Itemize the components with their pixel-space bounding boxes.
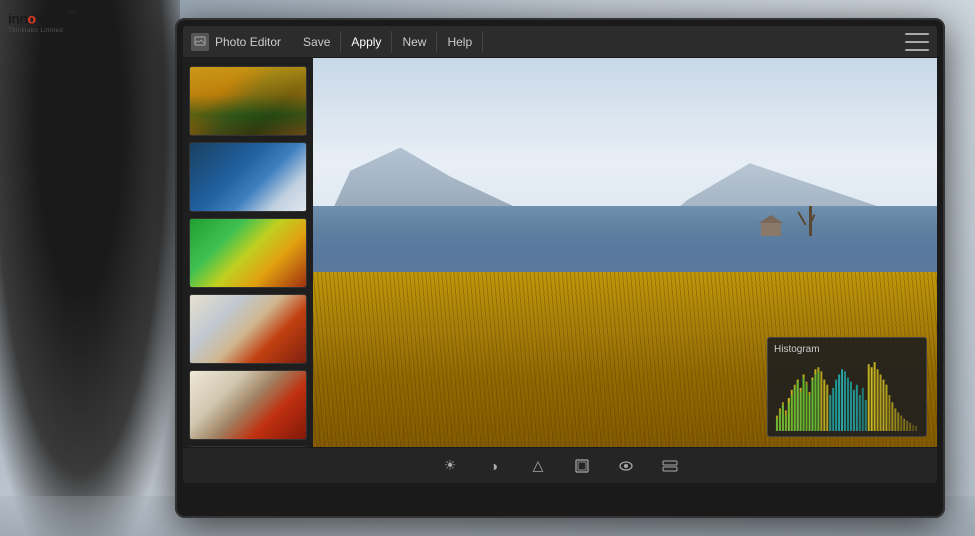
histogram-title: Histogram (774, 344, 920, 355)
menu-new[interactable]: New (392, 31, 437, 53)
app-title: Photo Editor (215, 35, 281, 49)
logo: innoVana™ Thinklabs Limited (8, 8, 77, 34)
histogram-panel: Histogram (767, 337, 927, 437)
main-image-canvas[interactable]: Histogram (313, 58, 937, 447)
thumbnail-item[interactable] (189, 66, 307, 136)
logo-subtitle: Thinklabs Limited (8, 28, 77, 34)
histogram-chart (774, 359, 920, 431)
logo-text-inn: inn (8, 11, 28, 27)
thumbnail-item[interactable] (189, 294, 307, 364)
thumbnail-item[interactable] (189, 218, 307, 288)
menu-apply[interactable]: Apply (341, 31, 392, 53)
logo-text-vana: Vana (36, 11, 67, 27)
menu-help[interactable]: Help (437, 31, 483, 53)
monitor-stand (520, 502, 600, 510)
bottom-toolbar: ☀ ◑ △ (183, 447, 937, 483)
transform-tool[interactable] (570, 454, 594, 478)
thumbnail-item[interactable] (189, 446, 307, 447)
bare-tree (809, 206, 812, 236)
thumbnail-item[interactable] (189, 370, 307, 440)
photo-editor-icon (191, 33, 209, 51)
contrast-tool[interactable]: ◑ (482, 454, 506, 478)
logo-trademark: ™ (66, 8, 77, 21)
hamburger-menu-button[interactable] (905, 33, 929, 51)
main-content: Histogram (183, 58, 937, 447)
person-silhouette (0, 0, 180, 536)
monitor: Photo Editor Save Apply New Help (175, 18, 945, 518)
preview-tool[interactable] (614, 454, 638, 478)
brightness-tool[interactable]: ☀ (438, 454, 462, 478)
menu-bar: Photo Editor Save Apply New Help (183, 26, 937, 58)
thumbnail-panel (183, 58, 313, 447)
logo-accent-o: o (28, 11, 36, 27)
layers-tool[interactable] (658, 454, 682, 478)
building-structure (761, 221, 781, 236)
thumbnail-item[interactable] (189, 142, 307, 212)
histogram-svg (774, 359, 920, 431)
monitor-screen: Photo Editor Save Apply New Help (183, 26, 937, 483)
crop-tool[interactable]: △ (526, 454, 550, 478)
menu-save[interactable]: Save (293, 31, 341, 53)
